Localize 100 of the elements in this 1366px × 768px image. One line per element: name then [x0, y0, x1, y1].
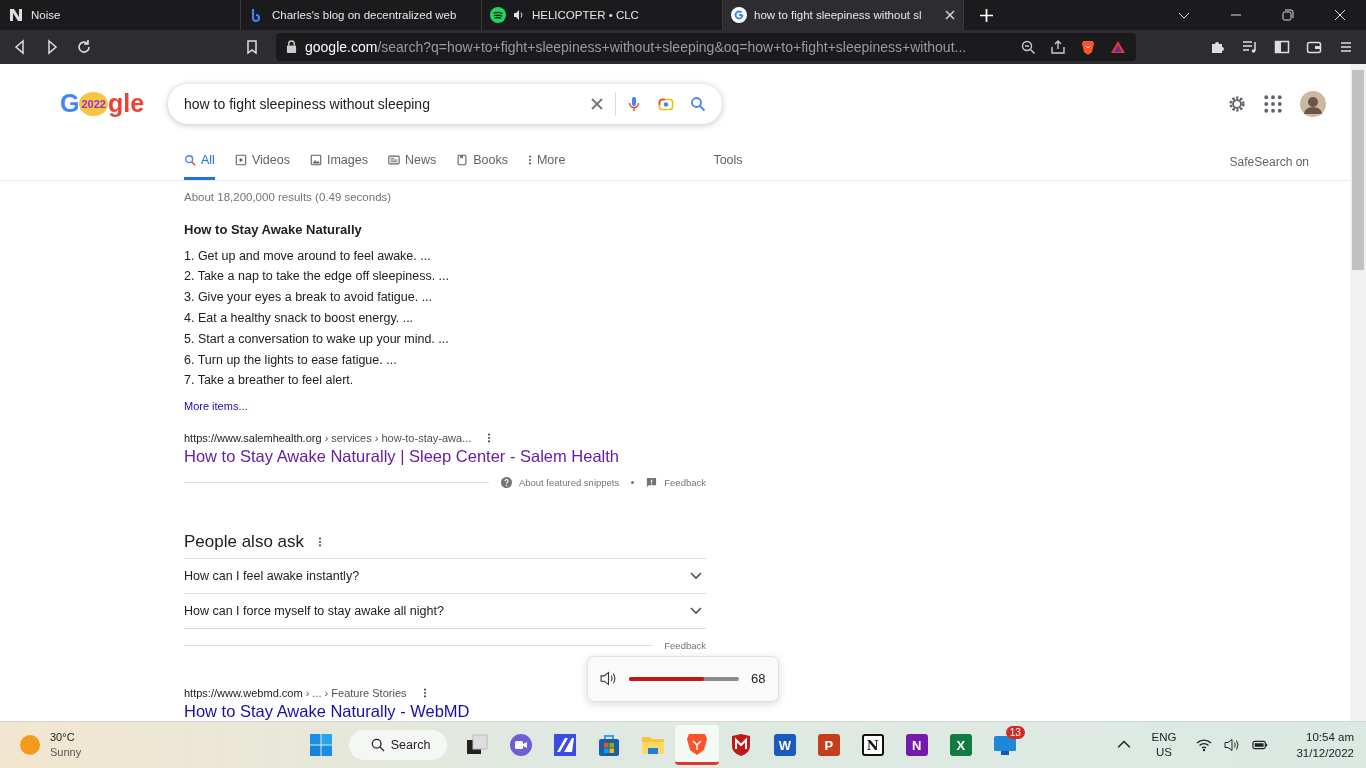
close-icon[interactable]	[945, 10, 955, 20]
lion-shield-icon[interactable]	[1080, 38, 1096, 55]
list-item: 7. Take a breather to feel alert.	[184, 372, 355, 390]
search-tab[interactable]: News	[387, 143, 437, 180]
result-stats: About 18,200,000 results (0.49 seconds)	[184, 190, 393, 203]
share-icon[interactable]	[1050, 38, 1066, 55]
feedback-link[interactable]: Feedback	[664, 477, 706, 489]
more-icon[interactable]	[422, 687, 427, 700]
search-tab[interactable]: Images	[309, 143, 368, 180]
taskbar-app[interactable]: N	[850, 725, 895, 766]
safesearch-link[interactable]: SafeSearch on	[1229, 154, 1309, 169]
store-bag-icon	[596, 733, 621, 758]
result-url: https://www.webmd.com › ... › Feature Stories	[184, 687, 407, 700]
scrollbar[interactable]	[1350, 63, 1366, 722]
list-item: 4. Eat a healthy snack to boost energy. ...	[184, 310, 415, 328]
editor-app-icon	[552, 733, 577, 758]
zoom-icon[interactable]	[1020, 38, 1036, 55]
taskbar-search[interactable]: Search	[348, 730, 447, 761]
search-tab[interactable]: Videos	[234, 143, 290, 180]
image-icon	[309, 154, 322, 167]
play-icon	[234, 154, 247, 167]
close-icon[interactable]	[1334, 9, 1346, 21]
feedback-link[interactable]: Feedback	[664, 640, 706, 652]
notion-app-icon: N	[861, 734, 884, 757]
list-item: 2. Take a nap to take the edge off sleepiness. ...	[184, 268, 450, 286]
help-icon[interactable]	[500, 477, 512, 489]
avatar-icon[interactable]	[1300, 90, 1326, 117]
book-icon	[456, 154, 469, 167]
more-icon	[527, 154, 532, 167]
wifi-icon[interactable]	[1196, 738, 1213, 753]
new-tab-icon[interactable]	[980, 8, 993, 22]
chevron-icon[interactable]	[690, 572, 702, 581]
snippet-heading: How to Stay Awake Naturally	[184, 221, 363, 237]
volume-slider[interactable]	[629, 676, 739, 681]
search-icon	[370, 738, 385, 753]
notification-badge: 13	[1005, 726, 1025, 740]
restore-icon[interactable]	[1282, 9, 1294, 21]
browser-tab[interactable]: how to fight sleepiness without sl	[723, 0, 964, 30]
lion-shield-icon	[684, 731, 709, 756]
n-logo-icon	[8, 7, 24, 23]
language-indicator[interactable]: ENG US	[1151, 730, 1177, 761]
microphone-icon[interactable]	[626, 95, 642, 112]
question-text: How can I force myself to stay awake all night?	[184, 604, 445, 619]
taskbar-app[interactable]: P	[806, 725, 851, 766]
section-heading: People also ask	[184, 532, 305, 553]
taskbar-app[interactable]: X	[938, 725, 983, 766]
temperature: 30°C	[50, 730, 76, 746]
search-icon	[184, 154, 196, 167]
question-text: How can I feel awake instantly?	[184, 569, 361, 584]
apps-grid-icon[interactable]	[1264, 94, 1282, 113]
speaker-icon[interactable]	[1224, 738, 1241, 753]
video-chat-icon	[508, 733, 533, 758]
feedback-icon[interactable]	[646, 477, 658, 489]
taskbar-app[interactable]: N	[894, 725, 939, 766]
result-title-link[interactable]: How to Stay Awake Naturally | Sleep Center - Salem Health	[184, 447, 706, 467]
more-icon[interactable]	[487, 432, 492, 445]
weather-condition: Sunny	[50, 745, 82, 761]
news-icon	[387, 154, 400, 167]
result-title-link[interactable]: How to Stay Awake Naturally - WebMD	[184, 702, 706, 722]
google-g-icon	[731, 7, 747, 23]
question-row[interactable]: How can I force myself to stay awake all night?	[184, 594, 706, 630]
about-snippets-link[interactable]: About featured snippets	[518, 477, 620, 489]
tab-title: Charles's blog on decentralized web	[272, 9, 458, 21]
list-item: 6. Turn up the lights to ease fatigue. ...	[184, 351, 398, 369]
tab-title: HELICOPTER • CLC	[532, 9, 640, 21]
url-text: google.com/search?q=how+to+fight+sleepiness+without+sleeping&oq=how+to+fight+sleepiness+without...	[305, 38, 968, 55]
more-icon[interactable]	[318, 536, 323, 549]
tab-title: how to fight sleepiness without sl	[754, 9, 923, 21]
office-app-icon: X	[949, 734, 972, 757]
bookmark-icon[interactable]	[244, 38, 260, 55]
office-app-icon: N	[905, 734, 928, 757]
address-bar[interactable]: google.com/search?q=how+to+fight+sleepiness+without+sleeping&oq=how+to+fight+sleepiness+without...	[276, 32, 1136, 61]
more-items-link[interactable]: More items...	[184, 400, 706, 413]
taskbar-app[interactable]: W	[762, 725, 807, 766]
taskbar-app[interactable]: 13	[982, 725, 1027, 766]
question-row[interactable]: How can I feel awake instantly?	[184, 559, 706, 595]
sidebar-icon[interactable]	[1274, 38, 1290, 55]
playlist-icon[interactable]	[1242, 38, 1258, 55]
clear-icon[interactable]	[589, 95, 605, 112]
search-field[interactable]: how to fight sleepiness without sleeping	[168, 83, 722, 124]
lock-icon	[286, 40, 297, 54]
search-tab[interactable]: More	[527, 143, 566, 180]
clock[interactable]: 10:54 am 31/12/2022	[1296, 729, 1354, 762]
speaker-icon[interactable]	[513, 9, 525, 21]
search-icon[interactable]	[690, 95, 706, 112]
office-app-icon: W	[773, 734, 796, 757]
speaker-icon[interactable]	[600, 671, 617, 687]
reload-icon[interactable]	[76, 38, 92, 55]
office-app-icon: P	[817, 734, 840, 757]
volume-reading: 68	[751, 671, 766, 687]
windows-start-icon[interactable]	[308, 733, 333, 758]
list-item: 3. Give your eyes a break to avoid fatigue. ...	[184, 289, 434, 307]
chevron-icon[interactable]	[690, 607, 702, 616]
tab-title: Noise	[31, 9, 62, 21]
list-item: 1. Get up and move around to feel awake. ...	[184, 247, 432, 265]
spotify-logo-icon	[490, 7, 506, 23]
search-tab[interactable]: Books	[456, 143, 508, 180]
tools-button[interactable]: Tools	[713, 143, 743, 180]
settings-icon[interactable]	[1228, 94, 1246, 113]
result-url: https://www.salemhealth.org › services › how-to-stay-awa...	[184, 432, 472, 445]
